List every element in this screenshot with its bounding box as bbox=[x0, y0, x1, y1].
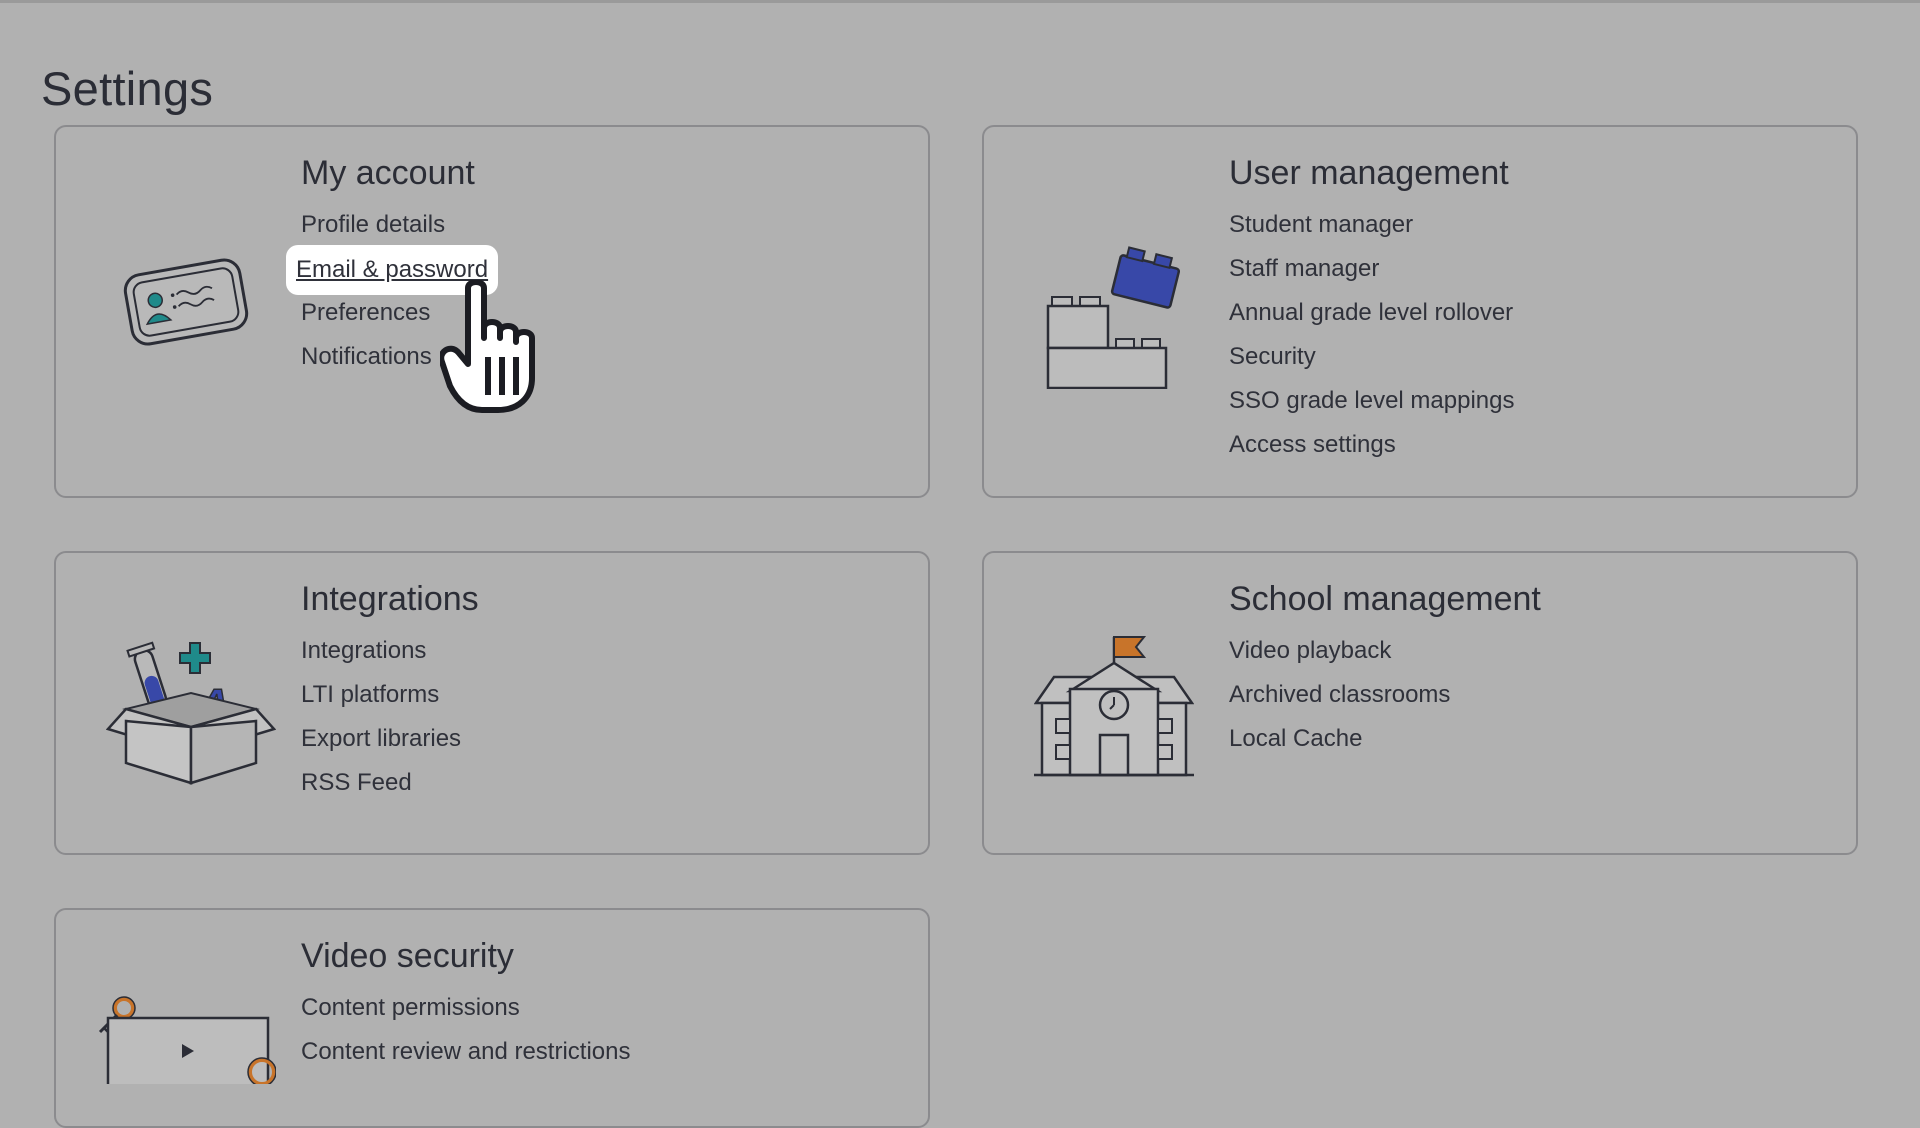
open-box-icon: A bbox=[106, 641, 276, 785]
link-integrations[interactable]: Integrations bbox=[301, 629, 426, 673]
link-content-review-and-restrictions[interactable]: Content review and restrictions bbox=[301, 1030, 630, 1074]
link-lti-platforms[interactable]: LTI platforms bbox=[301, 673, 439, 717]
link-annual-grade-level-rollover[interactable]: Annual grade level rollover bbox=[1229, 291, 1513, 335]
link-export-libraries[interactable]: Export libraries bbox=[301, 717, 461, 761]
link-profile-details[interactable]: Profile details bbox=[301, 203, 445, 247]
link-rss-feed[interactable]: RSS Feed bbox=[301, 761, 412, 805]
link-archived-classrooms[interactable]: Archived classrooms bbox=[1229, 673, 1450, 717]
page-title: Settings bbox=[41, 62, 214, 116]
card-title: Video security bbox=[301, 937, 514, 975]
link-notifications[interactable]: Notifications bbox=[301, 335, 432, 379]
building-blocks-icon bbox=[1046, 246, 1181, 389]
card-title: School management bbox=[1229, 580, 1541, 618]
card-video-security: Video security Content permissions Conte… bbox=[54, 908, 930, 1128]
link-security[interactable]: Security bbox=[1229, 335, 1316, 379]
id-card-icon bbox=[123, 258, 249, 346]
link-local-cache[interactable]: Local Cache bbox=[1229, 717, 1362, 761]
video-lock-icon bbox=[98, 996, 276, 1084]
top-divider bbox=[0, 0, 1920, 3]
card-school-management: School management Video playback Archive… bbox=[982, 551, 1858, 855]
link-video-playback[interactable]: Video playback bbox=[1229, 629, 1391, 673]
link-staff-manager[interactable]: Staff manager bbox=[1229, 247, 1379, 291]
link-preferences[interactable]: Preferences bbox=[301, 291, 430, 335]
card-integrations: A Integrations Integrations LTI platform… bbox=[54, 551, 930, 855]
link-access-settings[interactable]: Access settings bbox=[1229, 423, 1396, 467]
card-title: User management bbox=[1229, 154, 1509, 192]
school-building-icon bbox=[1034, 636, 1194, 777]
card-user-management: User management Student manager Staff ma… bbox=[982, 125, 1858, 498]
card-title: My account bbox=[301, 154, 475, 192]
link-content-permissions[interactable]: Content permissions bbox=[301, 986, 520, 1030]
card-title: Integrations bbox=[301, 580, 479, 618]
hand-pointer-icon bbox=[440, 280, 535, 413]
link-sso-grade-level-mappings[interactable]: SSO grade level mappings bbox=[1229, 379, 1515, 423]
link-student-manager[interactable]: Student manager bbox=[1229, 203, 1413, 247]
